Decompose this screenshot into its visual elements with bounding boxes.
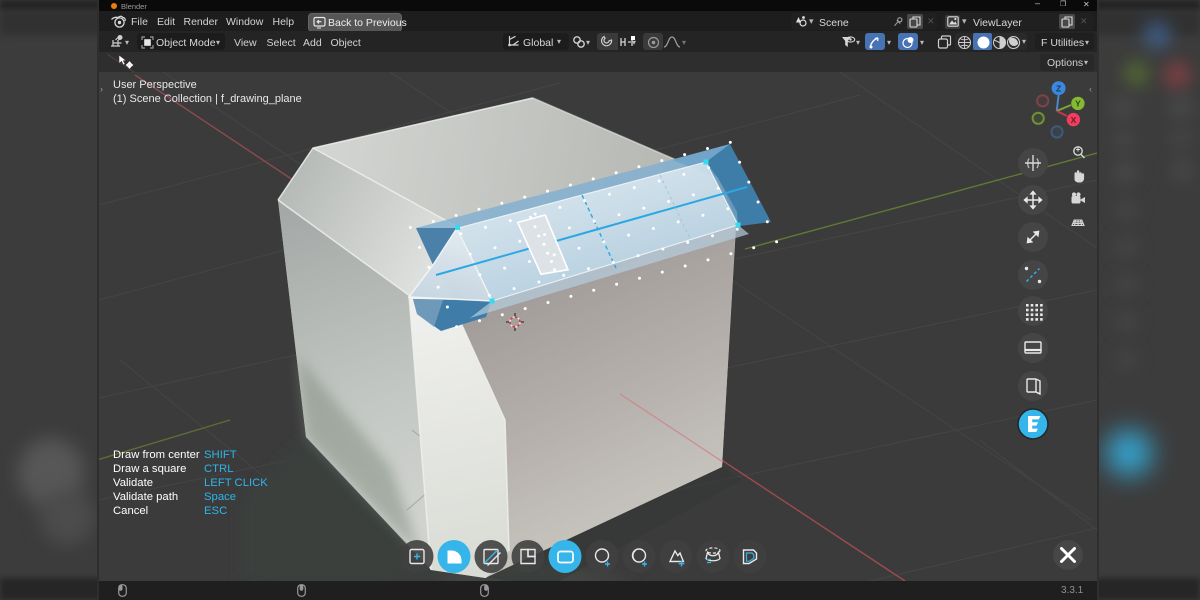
svg-text:‹: ‹: [1089, 84, 1092, 94]
svg-text:(1) Scene Collection | f_drawi: (1) Scene Collection | f_drawing_plane: [113, 93, 302, 105]
svg-text:X: X: [1071, 115, 1077, 125]
svg-text:Draw from center: Draw from center: [113, 449, 200, 461]
svg-text:ESC: ESC: [204, 505, 227, 517]
svg-text:Cancel: Cancel: [113, 505, 148, 517]
svg-text:Validate: Validate: [113, 477, 153, 489]
svg-text:Space: Space: [204, 491, 236, 503]
svg-text:SHIFT: SHIFT: [204, 449, 237, 461]
svg-text:›: ›: [100, 84, 103, 94]
svg-text:Draw a square: Draw a square: [113, 463, 186, 475]
svg-text:Validate path: Validate path: [113, 491, 178, 503]
svg-text:LEFT CLICK: LEFT CLICK: [204, 477, 268, 489]
svg-text:CTRL: CTRL: [204, 463, 234, 475]
svg-text:Y: Y: [1075, 99, 1081, 109]
svg-text:User Perspective: User Perspective: [113, 79, 197, 91]
svg-text:Z: Z: [1056, 84, 1061, 94]
